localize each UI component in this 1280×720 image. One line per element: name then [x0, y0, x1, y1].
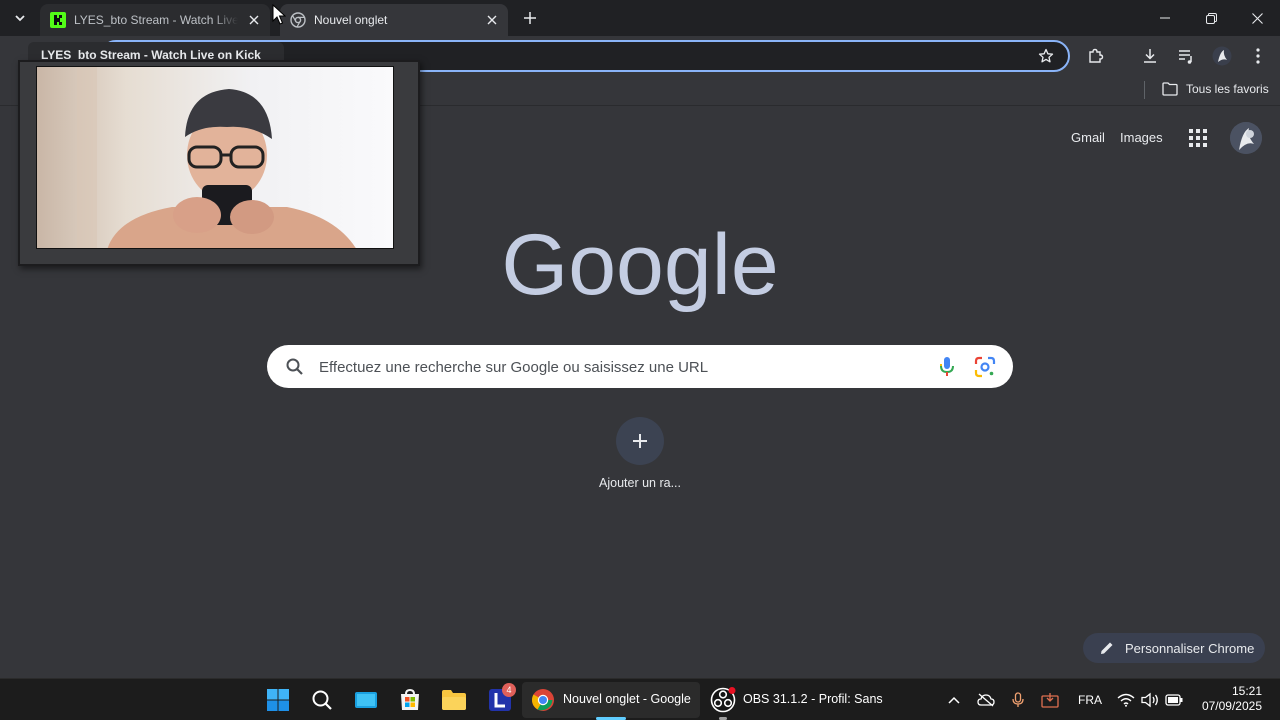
add-shortcut-button[interactable]	[616, 417, 664, 465]
taskbar-chrome-button[interactable]	[529, 686, 557, 714]
tab-close-button[interactable]	[246, 12, 262, 28]
close-icon	[249, 15, 259, 25]
microphone-status[interactable]	[1008, 690, 1028, 710]
google-logo-text: Google	[501, 217, 778, 313]
start-button[interactable]	[264, 686, 292, 714]
google-logo: Google	[500, 212, 780, 322]
apps-grid-icon	[1189, 129, 1207, 147]
tab-new-tab[interactable]: Nouvel onglet	[280, 4, 508, 36]
tab-title: Nouvel onglet	[314, 13, 388, 27]
cloud-off-icon	[977, 693, 995, 707]
search-icon	[286, 358, 303, 375]
search-input[interactable]	[319, 355, 919, 379]
more-vert-icon	[1256, 48, 1260, 64]
taskbar-search-button[interactable]	[308, 686, 336, 714]
account-avatar[interactable]	[1230, 122, 1262, 154]
search-box[interactable]	[267, 345, 1013, 388]
microphone-icon	[1012, 692, 1024, 707]
volume-status[interactable]	[1140, 690, 1160, 710]
windows-start-icon	[267, 689, 289, 711]
mouse-cursor-icon	[272, 4, 286, 25]
images-link[interactable]: Images	[1120, 130, 1163, 145]
clock-date: 07/09/2025	[1201, 699, 1262, 713]
microphone-icon[interactable]	[937, 356, 957, 378]
file-explorer-button[interactable]	[440, 686, 468, 714]
google-apps-button[interactable]	[1186, 126, 1210, 150]
avatar-icon	[1212, 46, 1232, 66]
webcam-video	[36, 66, 394, 249]
profile-button[interactable]	[1210, 44, 1234, 68]
restore-button[interactable]	[1188, 0, 1234, 36]
menu-button[interactable]	[1246, 44, 1270, 68]
chrome-icon	[532, 689, 554, 711]
onedrive-status[interactable]	[976, 690, 996, 710]
battery-icon	[1165, 694, 1183, 706]
download-icon	[1144, 49, 1156, 63]
puzzle-icon	[1089, 48, 1104, 63]
language-indicator[interactable]: FRA	[1078, 693, 1102, 707]
chevron-down-icon	[15, 15, 25, 22]
clock[interactable]: 15:21 07/09/2025	[1196, 684, 1262, 714]
tab-title: LYES_bto Stream - Watch Live on Kick	[74, 13, 238, 27]
wifi-icon	[1117, 693, 1135, 707]
plus-icon	[524, 12, 536, 24]
media-controls-button[interactable]	[1174, 44, 1198, 68]
app-tray-status[interactable]	[1040, 690, 1060, 710]
task-view-button[interactable]	[352, 686, 380, 714]
obs-icon	[710, 687, 736, 713]
tab-kick-stream[interactable]: LYES_bto Stream - Watch Live on Kick	[40, 4, 270, 36]
show-hidden-icons-button[interactable]	[944, 690, 964, 710]
customize-chrome-label: Personnaliser Chrome	[1125, 640, 1255, 656]
plus-icon	[633, 434, 647, 448]
chevron-up-icon	[948, 696, 960, 704]
close-icon	[1251, 12, 1263, 24]
kick-logo-icon	[50, 12, 66, 28]
tab-search-button[interactable]	[8, 6, 32, 30]
close-icon	[487, 15, 497, 25]
close-window-button[interactable]	[1234, 0, 1280, 36]
clock-time: 15:21	[1231, 684, 1262, 698]
notification-badge: 4	[502, 683, 516, 697]
search-icon	[312, 690, 332, 710]
star-icon	[1038, 48, 1054, 63]
minimize-button[interactable]	[1142, 0, 1188, 36]
pencil-icon	[1101, 642, 1113, 654]
battery-status[interactable]	[1164, 690, 1184, 710]
tab-strip: LYES_bto Stream - Watch Live on Kick Nou…	[0, 0, 1280, 36]
tab-close-button[interactable]	[484, 12, 500, 28]
tray-app-icon	[1041, 693, 1059, 708]
restore-icon	[1205, 12, 1217, 24]
bookmarks-divider	[1144, 81, 1145, 99]
playlist-icon	[1179, 50, 1192, 64]
new-tab-button[interactable]	[520, 8, 540, 28]
add-shortcut-label[interactable]: Ajouter un ra...	[588, 476, 692, 490]
chrome-icon	[290, 12, 306, 28]
task-view-icon	[355, 692, 377, 708]
windows-taskbar: 4 Nouvel onglet - Google OBS 31.1.2 - Pr…	[0, 678, 1280, 720]
taskbar-obs-button[interactable]	[709, 686, 737, 714]
downloads-button[interactable]	[1138, 44, 1162, 68]
wifi-status[interactable]	[1116, 690, 1136, 710]
customize-chrome-button[interactable]: Personnaliser Chrome	[1083, 633, 1265, 663]
all-bookmarks-button[interactable]: Tous les favoris	[1162, 82, 1269, 96]
gmail-link[interactable]: Gmail	[1071, 130, 1105, 145]
avatar-icon	[1230, 122, 1262, 154]
all-bookmarks-label: Tous les favoris	[1186, 82, 1269, 96]
microsoft-store-icon	[401, 688, 419, 710]
extensions-button[interactable]	[1084, 44, 1108, 68]
microsoft-store-button[interactable]	[396, 686, 424, 714]
google-lens-icon[interactable]	[974, 356, 996, 378]
taskbar-obs-label: OBS 31.1.2 - Profil: Sans	[743, 692, 883, 706]
app-l-button[interactable]: 4	[486, 683, 516, 714]
file-explorer-icon	[442, 690, 466, 710]
speaker-icon	[1141, 692, 1158, 708]
bookmark-star-button[interactable]	[1034, 44, 1058, 68]
minimize-icon	[1160, 17, 1170, 19]
taskbar-chrome-label: Nouvel onglet - Google	[563, 692, 691, 706]
folder-icon	[1162, 82, 1178, 96]
